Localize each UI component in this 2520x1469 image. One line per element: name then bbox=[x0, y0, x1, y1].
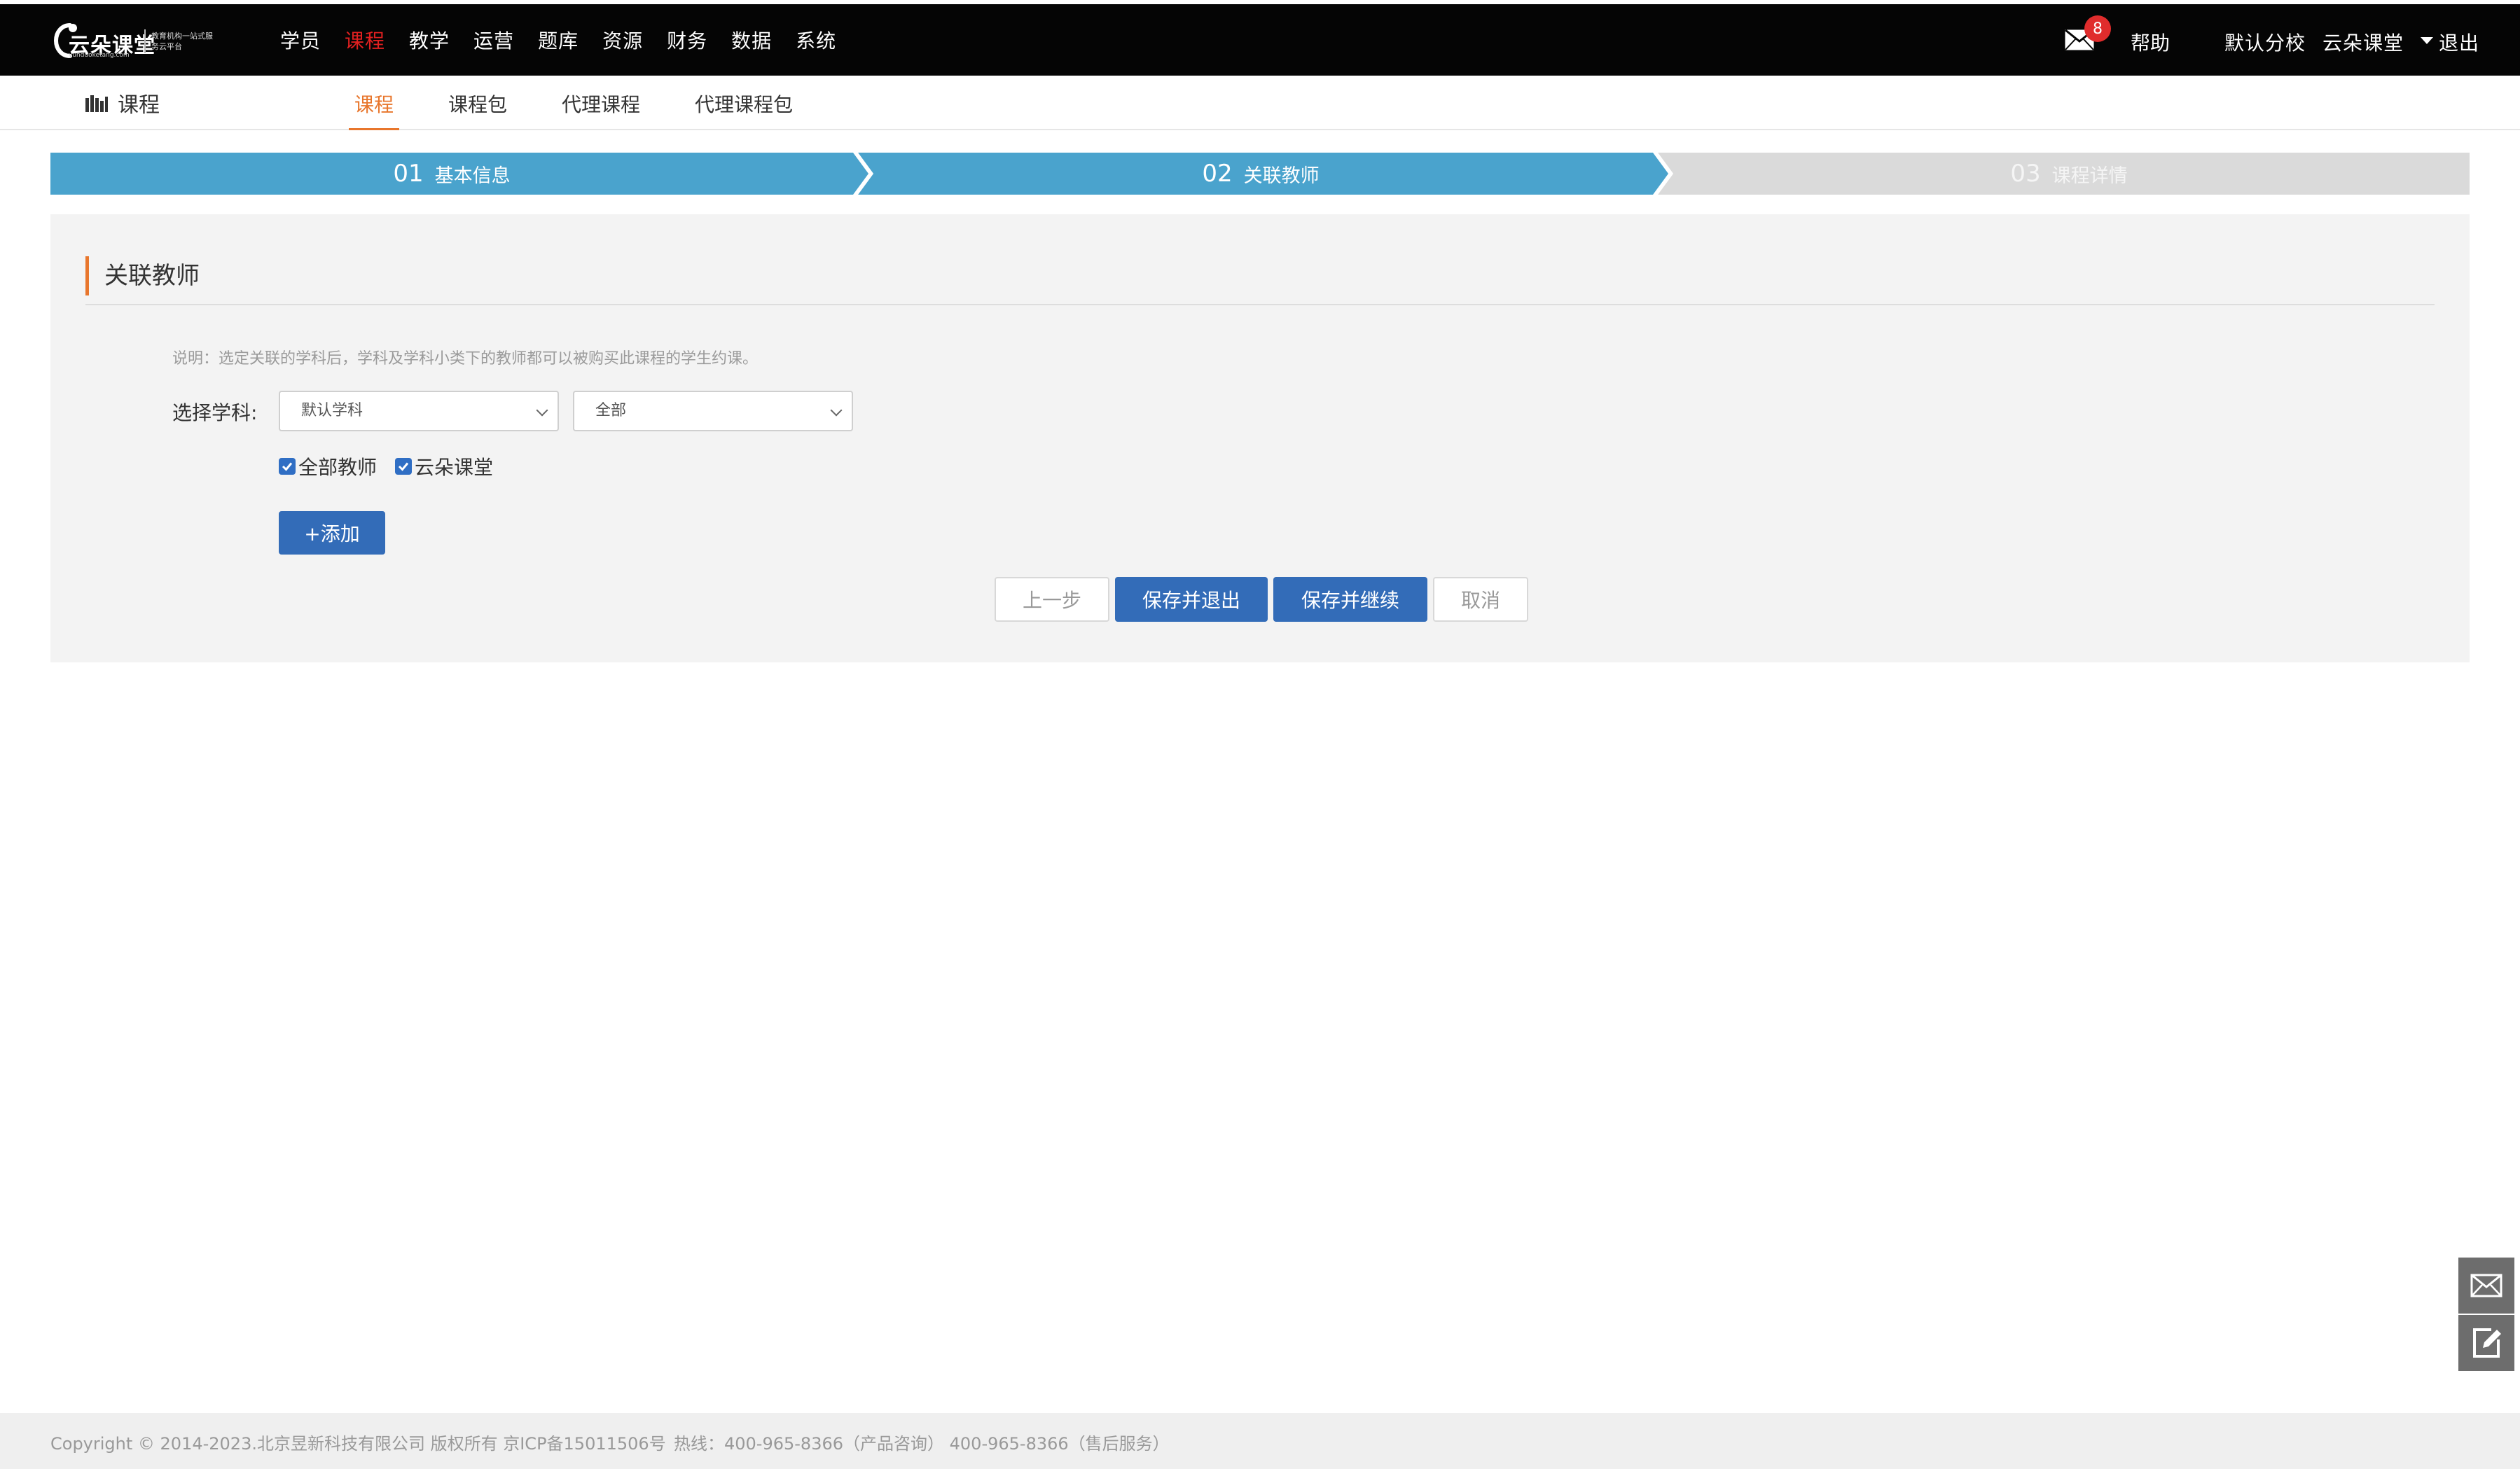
nav-item-courses[interactable]: 课程 bbox=[345, 26, 385, 54]
mail-count-badge: 8 bbox=[2084, 15, 2111, 42]
brand-tagline: 教育机构一站式服务云平台 bbox=[151, 32, 213, 51]
nav-item-students[interactable]: 学员 bbox=[280, 26, 321, 54]
add-button[interactable]: +添加 bbox=[279, 511, 385, 555]
nav-item-question-bank[interactable]: 题库 bbox=[538, 26, 579, 54]
tab-agent-course-packages[interactable]: 代理课程包 bbox=[695, 76, 793, 130]
checkbox-checked-icon[interactable] bbox=[395, 458, 412, 475]
subcategory-select-value: 全部 bbox=[595, 402, 627, 419]
step-number: 02 bbox=[1202, 160, 1233, 188]
sub-navbar: 课程 课程 课程包 代理课程 代理课程包 bbox=[0, 76, 2520, 130]
help-link[interactable]: 帮助 bbox=[2131, 28, 2170, 56]
nav-item-data[interactable]: 数据 bbox=[731, 26, 772, 54]
subject-select[interactable]: 默认学科 bbox=[279, 391, 559, 431]
float-message-button[interactable] bbox=[2458, 1258, 2514, 1314]
instruction-note: 说明：选定关联的学科后，学科及学科小类下的教师都可以被购买此课程的学生约课。 bbox=[172, 350, 759, 368]
chevron-down-icon[interactable] bbox=[2421, 37, 2433, 44]
step-link-teachers[interactable]: 02 关联教师 bbox=[868, 153, 1653, 195]
step-number: 01 bbox=[393, 160, 424, 188]
logo[interactable]: 云朵课堂 yunduoketang.com 教育机构一站式服务云平台 bbox=[49, 20, 213, 62]
yunduo-teacher-checkbox[interactable]: 云朵课堂 bbox=[395, 452, 493, 480]
user-menu[interactable]: 云朵课堂 bbox=[2322, 28, 2404, 56]
nav-item-system[interactable]: 系统 bbox=[796, 26, 836, 54]
step-progress: 01 基本信息 02 关联教师 03 课程详情 bbox=[50, 153, 2470, 195]
all-teachers-checkbox[interactable]: 全部教师 bbox=[279, 452, 377, 480]
main-nav: 学员 课程 教学 运营 题库 资源 财务 数据 系统 bbox=[280, 4, 860, 76]
tab-agent-courses[interactable]: 代理课程 bbox=[562, 76, 640, 130]
logo-divider bbox=[144, 29, 146, 53]
nav-item-resources[interactable]: 资源 bbox=[602, 26, 643, 54]
step-number: 03 bbox=[2010, 160, 2041, 188]
prev-step-button[interactable]: 上一步 bbox=[995, 577, 1109, 622]
step-label: 课程详情 bbox=[2051, 165, 2128, 187]
step-basic-info[interactable]: 01 基本信息 bbox=[50, 153, 853, 195]
tab-course-packages[interactable]: 课程包 bbox=[448, 76, 507, 130]
top-navbar: 云朵课堂 yunduoketang.com 教育机构一站式服务云平台 学员 课程… bbox=[0, 4, 2520, 76]
hotline-text: 热线：400-965-8366（产品咨询） 400-965-8366（售后服务） bbox=[674, 1434, 1170, 1454]
subject-select-value: 默认学科 bbox=[301, 402, 364, 419]
all-teachers-label: 全部教师 bbox=[298, 456, 378, 479]
footer: Copyright © 2014-2023.北京昱新科技有限公司 版权所有 京I… bbox=[0, 1413, 2520, 1469]
nav-item-teaching[interactable]: 教学 bbox=[409, 26, 450, 54]
form-panel: 关联教师 说明：选定关联的学科后，学科及学科小类下的教师都可以被购买此课程的学生… bbox=[50, 214, 2470, 662]
step-label: 关联教师 bbox=[1243, 165, 1320, 187]
float-feedback-button[interactable] bbox=[2458, 1315, 2514, 1371]
subject-select-label: 选择学科: bbox=[172, 401, 258, 424]
branch-selector[interactable]: 默认分校 bbox=[2224, 28, 2306, 56]
title-divider bbox=[85, 304, 2435, 305]
subcategory-select[interactable]: 全部 bbox=[573, 391, 853, 431]
step-label: 基本信息 bbox=[434, 165, 511, 187]
edit-icon bbox=[2473, 1328, 2501, 1358]
save-exit-button[interactable]: 保存并退出 bbox=[1115, 577, 1268, 622]
section-heading: 课程 bbox=[85, 91, 160, 118]
logout-link[interactable]: 退出 bbox=[2439, 28, 2479, 56]
checkbox-checked-icon[interactable] bbox=[279, 458, 296, 475]
mail-icon bbox=[2470, 1274, 2502, 1297]
cancel-button[interactable]: 取消 bbox=[1433, 577, 1528, 622]
sub-tabs: 课程 课程包 代理课程 代理课程包 bbox=[348, 76, 847, 130]
brand-domain: yunduoketang.com bbox=[69, 52, 130, 59]
nav-item-operations[interactable]: 运营 bbox=[473, 26, 514, 54]
yunduo-teacher-label: 云朵课堂 bbox=[415, 456, 494, 479]
chevron-down-icon bbox=[830, 404, 843, 417]
tab-courses[interactable]: 课程 bbox=[348, 76, 400, 130]
bars-icon bbox=[85, 95, 108, 112]
step-course-details[interactable]: 03 课程详情 bbox=[1668, 153, 2470, 195]
section-label: 课程 bbox=[118, 93, 160, 118]
panel-title: 关联教师 bbox=[85, 256, 200, 295]
copyright-text: Copyright © 2014-2023.北京昱新科技有限公司 版权所有 京I… bbox=[50, 1434, 666, 1454]
chevron-down-icon bbox=[536, 404, 548, 417]
header-right: 8 帮助 默认分校 云朵课堂 退出 bbox=[2030, 4, 2520, 76]
save-continue-button[interactable]: 保存并继续 bbox=[1273, 577, 1427, 622]
nav-item-finance[interactable]: 财务 bbox=[667, 26, 707, 54]
